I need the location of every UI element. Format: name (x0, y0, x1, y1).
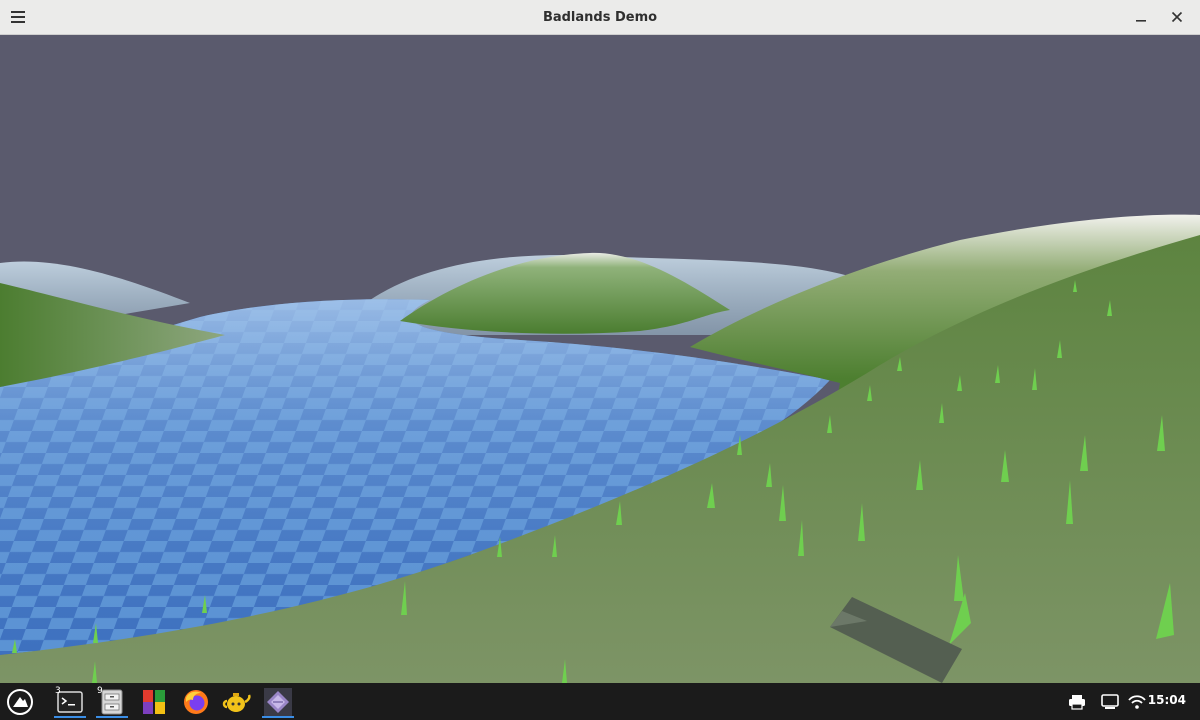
taskbar: 3 9 15:04 (0, 683, 1200, 720)
file-cabinet-icon (101, 689, 123, 714)
minimize-icon (1136, 20, 1146, 22)
terrain-scene (0, 35, 1200, 683)
game-viewport[interactable] (0, 35, 1200, 683)
taskbar-file-manager[interactable]: 9 (94, 685, 130, 718)
terminal-badge: 3 (55, 686, 61, 696)
close-icon (1171, 11, 1183, 23)
taskbar-terminal[interactable]: 3 (52, 685, 88, 718)
wifi-tray-button[interactable] (1126, 691, 1148, 713)
colorful-grid-icon (143, 689, 165, 714)
diamond-app-icon (264, 687, 292, 716)
launcher-button[interactable] (2, 685, 38, 718)
display-icon (1101, 694, 1119, 709)
launcher-icon (7, 688, 33, 715)
file-manager-badge: 9 (97, 686, 103, 696)
taskbar-godot-app[interactable] (260, 685, 296, 718)
hamburger-icon (11, 11, 25, 23)
firefox-icon (184, 689, 208, 714)
taskbar-teapot-app[interactable] (218, 685, 254, 718)
window-title: Badlands Demo (542, 9, 658, 25)
printer-tray-button[interactable] (1066, 691, 1088, 713)
minimize-button[interactable] (1130, 6, 1152, 28)
taskbar-clock[interactable]: 15:04 (1148, 693, 1186, 707)
taskbar-app-grid[interactable] (136, 685, 172, 718)
teapot-icon (222, 692, 251, 712)
hamburger-menu-button[interactable] (6, 5, 30, 29)
terminal-icon (57, 690, 83, 713)
wifi-icon (1128, 695, 1146, 709)
printer-icon (1069, 695, 1085, 710)
taskbar-firefox[interactable] (178, 685, 214, 718)
app-root: Badlands Demo 3 9 15:04 (0, 0, 1200, 720)
close-button[interactable] (1166, 6, 1188, 28)
window-titlebar[interactable]: Badlands Demo (0, 0, 1200, 35)
display-tray-button[interactable] (1099, 691, 1121, 713)
